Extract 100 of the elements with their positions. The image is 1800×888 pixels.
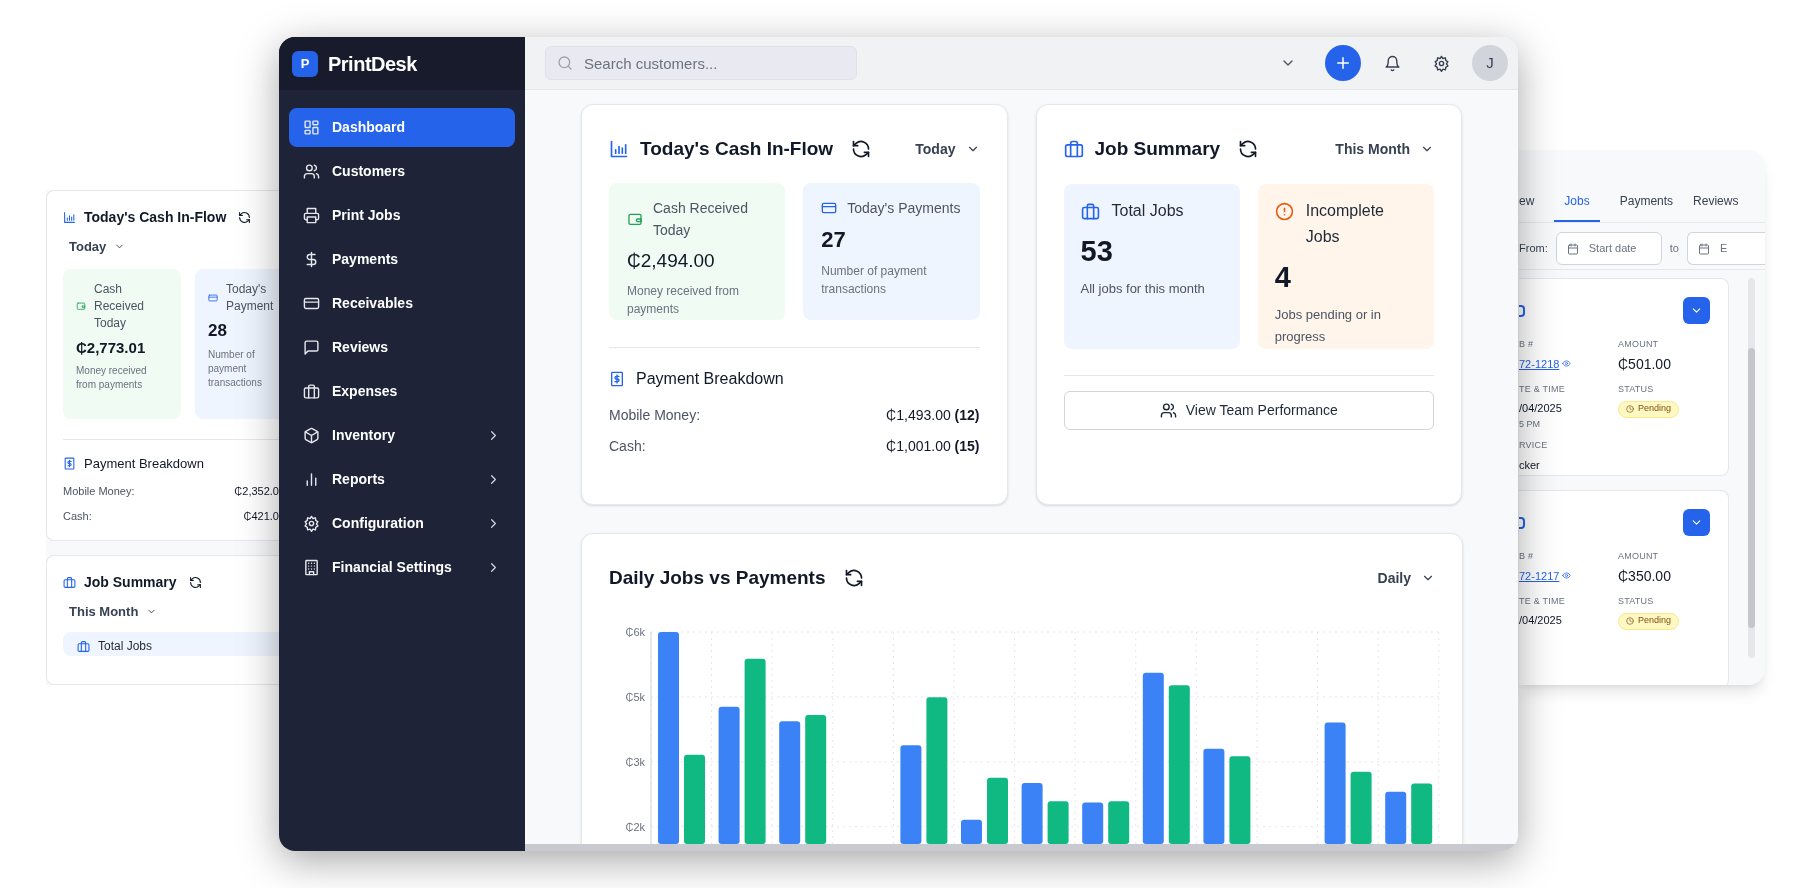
calendar-icon bbox=[1566, 242, 1579, 255]
period-dropdown[interactable]: This Month bbox=[69, 602, 158, 622]
stat-value: 4 bbox=[1274, 260, 1292, 295]
building-icon bbox=[303, 559, 320, 576]
period-dropdown[interactable]: Daily bbox=[1377, 567, 1435, 589]
tab[interactable]: Payments bbox=[1619, 192, 1674, 222]
field-label: AMOUNT bbox=[1618, 550, 1660, 563]
card-icon bbox=[208, 292, 218, 303]
date-field[interactable]: E bbox=[1686, 232, 1765, 265]
settings-icon bbox=[1432, 54, 1450, 72]
bar bbox=[1082, 802, 1104, 844]
bar bbox=[987, 777, 1008, 844]
stat-value: ₵2,773.01 bbox=[76, 337, 147, 358]
stat-note: Jobs pending or in progress bbox=[1274, 305, 1382, 346]
plus-icon bbox=[1334, 54, 1352, 72]
search-field[interactable]: Search customers... bbox=[545, 46, 857, 80]
sidebar-item[interactable]: Customers bbox=[289, 152, 515, 191]
briefcase-icon bbox=[1080, 202, 1100, 221]
avatar[interactable]: J bbox=[1472, 45, 1508, 81]
job-number-link[interactable]: 72-1217 bbox=[1519, 567, 1560, 584]
field-label: TE & TIME bbox=[1519, 594, 1566, 608]
briefcase-icon bbox=[63, 575, 76, 589]
wallet-icon bbox=[627, 211, 643, 227]
tab[interactable]: Reviews bbox=[1693, 192, 1739, 222]
card-title: Today's Cash In-Flow bbox=[84, 207, 227, 227]
card-title: Job Summary bbox=[1094, 136, 1221, 161]
sidebar-item[interactable]: Receivables bbox=[289, 284, 515, 323]
filter-label: From: bbox=[1519, 241, 1548, 257]
chat-icon bbox=[303, 339, 320, 356]
axis-tick-label: ₵5k bbox=[625, 690, 645, 703]
briefcase-icon bbox=[77, 639, 90, 653]
card-icon bbox=[821, 200, 838, 216]
refresh-icon[interactable] bbox=[188, 575, 202, 589]
sidebar-item[interactable]: Payments bbox=[289, 240, 515, 279]
card-title: Today's Cash In-Flow bbox=[640, 136, 834, 161]
breakdown-amount: ₵1,001.00 (15) bbox=[886, 437, 980, 456]
date-field[interactable]: Start date bbox=[1555, 232, 1662, 265]
bell-icon bbox=[1383, 54, 1401, 72]
eye-icon[interactable] bbox=[1562, 359, 1572, 369]
sidebar-item[interactable]: Configuration bbox=[289, 504, 515, 543]
axis-tick-label: ₵6k bbox=[625, 626, 645, 638]
axis-tick-label: ₵2k bbox=[625, 820, 645, 833]
sidebar-item[interactable]: Expenses bbox=[289, 372, 515, 411]
refresh-icon[interactable] bbox=[851, 139, 872, 159]
field-label: STATUS bbox=[1618, 382, 1655, 396]
bar bbox=[1021, 783, 1043, 844]
date-value: /04/2025 bbox=[1519, 401, 1563, 416]
status-badge: Pending bbox=[1618, 612, 1680, 630]
amount-value: ₵501.00 bbox=[1618, 354, 1672, 374]
stat-value: ₵2,494.00 bbox=[627, 249, 716, 273]
tab[interactable]: ew bbox=[1519, 192, 1535, 222]
refresh-icon[interactable] bbox=[1238, 139, 1259, 159]
dollar-document-icon bbox=[609, 371, 625, 387]
breakdown-amount: ₵421.0 bbox=[243, 508, 279, 524]
bar-chart-icon bbox=[63, 210, 76, 224]
eye-icon[interactable] bbox=[1562, 571, 1572, 581]
breakdown-label: Cash: bbox=[609, 437, 646, 456]
sidebar-item[interactable]: Dashboard bbox=[289, 108, 515, 147]
field-label: AMOUNT bbox=[1618, 338, 1660, 351]
stat-note: Number of payment transactions bbox=[821, 263, 928, 298]
bar bbox=[961, 819, 982, 844]
printer-icon bbox=[303, 207, 320, 224]
stat-note: Number of payment transactions bbox=[208, 348, 263, 390]
bar bbox=[1385, 791, 1407, 844]
period-dropdown[interactable]: This Month bbox=[1335, 138, 1434, 160]
job-number-link[interactable]: 72-1218 bbox=[1519, 355, 1560, 372]
field-label: B # bbox=[1519, 550, 1535, 563]
briefcase-icon bbox=[1063, 139, 1084, 159]
refresh-icon[interactable] bbox=[238, 210, 252, 224]
settings-icon bbox=[303, 515, 320, 532]
sidebar-item[interactable]: Financial Settings bbox=[289, 548, 515, 587]
breakdown-label: Mobile Money: bbox=[609, 406, 701, 425]
clock-icon bbox=[1626, 405, 1634, 413]
field-label: RVICE bbox=[1519, 439, 1549, 452]
expand-button[interactable] bbox=[1683, 509, 1710, 536]
bar-chart-icon bbox=[609, 139, 629, 159]
card-title: Daily Jobs vs Payments bbox=[609, 565, 826, 590]
stat-value: 53 bbox=[1080, 234, 1114, 269]
logo-mark: P bbox=[292, 50, 318, 77]
stat-value: 28 bbox=[208, 319, 228, 342]
sidebar-item[interactable]: Reports bbox=[289, 460, 515, 499]
add-button[interactable] bbox=[1325, 45, 1361, 81]
calendar-icon bbox=[1697, 242, 1710, 255]
clock-icon bbox=[1626, 617, 1634, 625]
period-dropdown[interactable]: Today bbox=[69, 237, 126, 257]
expand-button[interactable] bbox=[1683, 297, 1710, 324]
stat-label: Total Jobs bbox=[98, 638, 153, 655]
scrollbar-thumb[interactable] bbox=[1748, 348, 1755, 628]
wallet-icon bbox=[76, 301, 86, 311]
card-title: Job Summary bbox=[84, 572, 177, 592]
sidebar-item[interactable]: Inventory bbox=[289, 416, 515, 455]
breakdown-label: Cash: bbox=[63, 508, 92, 524]
period-dropdown[interactable]: Today bbox=[915, 138, 980, 160]
sidebar-item[interactable]: Print Jobs bbox=[289, 196, 515, 235]
tab[interactable]: Jobs bbox=[1554, 192, 1600, 222]
refresh-icon[interactable] bbox=[843, 568, 864, 588]
sidebar-item[interactable]: Reviews bbox=[289, 328, 515, 367]
breakdown-amount: ₵1,493.00 (12) bbox=[886, 406, 980, 425]
card-icon bbox=[303, 295, 320, 312]
view-team-performance-button[interactable]: View Team Performance bbox=[1063, 391, 1434, 430]
